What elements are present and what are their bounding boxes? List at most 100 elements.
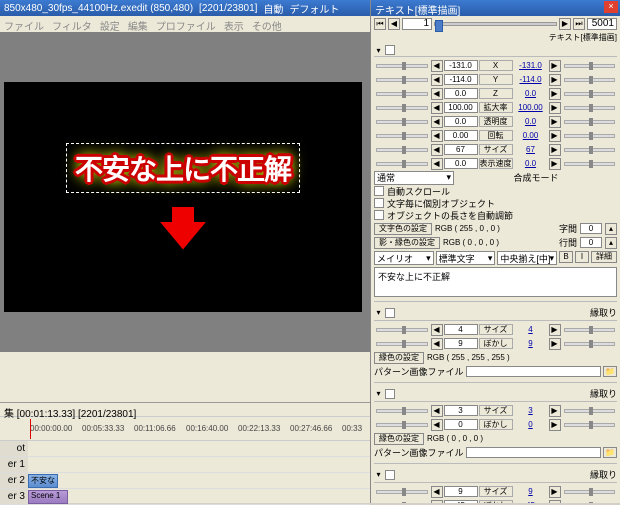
- disclosure-icon[interactable]: ▾: [374, 389, 383, 398]
- border-blur-left[interactable]: 9: [444, 338, 478, 349]
- param-inc-button[interactable]: ▶: [549, 74, 561, 86]
- browse-button[interactable]: 📁: [603, 447, 617, 458]
- param-slider-left[interactable]: [376, 423, 428, 427]
- param-slider-left[interactable]: [376, 64, 428, 68]
- section-enable-checkbox[interactable]: [385, 45, 395, 55]
- individual-object-checkbox[interactable]: [374, 198, 384, 208]
- menu-settings[interactable]: 設定: [100, 18, 120, 30]
- param-dec-button[interactable]: ◀: [431, 116, 443, 128]
- menu-profile[interactable]: プロファイル: [156, 18, 216, 30]
- param-dec-button[interactable]: ◀: [431, 338, 443, 350]
- param-label[interactable]: 拡大率: [479, 102, 513, 113]
- param-dec-button[interactable]: ◀: [431, 74, 443, 86]
- param-slider-right[interactable]: [564, 409, 616, 413]
- menu-file[interactable]: ファイル: [4, 18, 44, 30]
- border-color-button[interactable]: 縁色の設定: [374, 433, 424, 445]
- font-style-combo[interactable]: 標準文字: [436, 251, 496, 265]
- param-slider-right[interactable]: [564, 162, 616, 166]
- param-dec-button[interactable]: ◀: [431, 144, 443, 156]
- border-size-left[interactable]: 9: [444, 486, 478, 497]
- border-size-right[interactable]: 3: [514, 406, 548, 415]
- param-inc-button[interactable]: ▶: [549, 405, 561, 417]
- param-label[interactable]: Y: [479, 74, 513, 85]
- param-value-right[interactable]: 0.0: [514, 117, 548, 126]
- text-content-input[interactable]: 不安な上に不正解: [374, 267, 617, 297]
- pattern-file-input[interactable]: [466, 447, 601, 458]
- param-dec-button[interactable]: ◀: [431, 500, 443, 504]
- param-slider-left[interactable]: [376, 78, 428, 82]
- param-slider-right[interactable]: [564, 134, 616, 138]
- param-value-left[interactable]: 100.00: [444, 102, 478, 113]
- param-inc-button[interactable]: ▶: [549, 500, 561, 504]
- param-inc-button[interactable]: ▶: [549, 324, 561, 336]
- border-size-label[interactable]: サイズ: [479, 324, 513, 335]
- preview-canvas[interactable]: 不安な上に不正解: [4, 82, 362, 312]
- param-inc-button[interactable]: ▶: [549, 158, 561, 170]
- param-value-left[interactable]: 67: [444, 144, 478, 155]
- menu-edit[interactable]: 編集: [128, 18, 148, 30]
- frame-prev-fast-button[interactable]: ⏮: [374, 18, 386, 30]
- param-dec-button[interactable]: ◀: [431, 60, 443, 72]
- border-size-left[interactable]: 3: [444, 405, 478, 416]
- param-label[interactable]: 回転: [479, 130, 513, 141]
- browse-button[interactable]: 📁: [603, 366, 617, 377]
- param-inc-button[interactable]: ▶: [549, 144, 561, 156]
- border-color-button[interactable]: 縁色の設定: [374, 352, 424, 364]
- detail-button[interactable]: 詳細: [591, 251, 617, 263]
- bold-toggle[interactable]: B: [559, 251, 573, 263]
- pattern-file-input[interactable]: [466, 366, 601, 377]
- param-inc-button[interactable]: ▶: [549, 486, 561, 498]
- border-enable-checkbox[interactable]: [385, 470, 395, 480]
- param-value-right[interactable]: -131.0: [514, 61, 548, 70]
- param-slider-right[interactable]: [564, 342, 616, 346]
- props-titlebar[interactable]: テキスト[標準描画] ×: [371, 0, 620, 16]
- param-value-right[interactable]: 0.00: [514, 131, 548, 140]
- param-slider-right[interactable]: [564, 120, 616, 124]
- text-object-bbox[interactable]: 不安な上に不正解: [66, 143, 300, 193]
- param-value-right[interactable]: 0.0: [514, 159, 548, 168]
- param-inc-button[interactable]: ▶: [549, 88, 561, 100]
- param-dec-button[interactable]: ◀: [431, 158, 443, 170]
- param-label[interactable]: サイズ: [479, 144, 513, 155]
- param-value-right[interactable]: 0.0: [514, 89, 548, 98]
- param-inc-button[interactable]: ▶: [549, 116, 561, 128]
- border-size-label[interactable]: サイズ: [479, 486, 513, 497]
- param-value-right[interactable]: -114.0: [514, 75, 548, 84]
- param-slider-right[interactable]: [564, 64, 616, 68]
- param-slider-right[interactable]: [564, 423, 616, 427]
- timeline-row[interactable]: ot: [0, 441, 370, 457]
- border-blur-right[interactable]: 0: [514, 420, 548, 429]
- param-slider-right[interactable]: [564, 490, 616, 494]
- param-slider-left[interactable]: [376, 162, 428, 166]
- param-dec-button[interactable]: ◀: [431, 324, 443, 336]
- param-value-right[interactable]: 67: [514, 145, 548, 154]
- param-value-left[interactable]: 0.00: [444, 130, 478, 141]
- line-spacing-input[interactable]: 0: [580, 237, 602, 248]
- frame-slider[interactable]: [434, 22, 557, 26]
- param-value-left[interactable]: 0.0: [444, 158, 478, 169]
- param-dec-button[interactable]: ◀: [431, 130, 443, 142]
- font-family-combo[interactable]: メイリオ: [374, 251, 434, 265]
- param-slider-left[interactable]: [376, 328, 428, 332]
- param-slider-left[interactable]: [376, 106, 428, 110]
- border-enable-checkbox[interactable]: [385, 389, 395, 399]
- spacing-stepper[interactable]: ▴: [605, 223, 617, 235]
- param-inc-button[interactable]: ▶: [549, 102, 561, 114]
- shadow-color-button[interactable]: 影・縁色の設定: [374, 237, 440, 249]
- frame-next-button[interactable]: ▶: [559, 18, 571, 30]
- disclosure-icon[interactable]: ▾: [374, 46, 383, 55]
- param-slider-left[interactable]: [376, 342, 428, 346]
- param-label[interactable]: 表示速度: [479, 158, 513, 169]
- border-enable-checkbox[interactable]: [385, 308, 395, 318]
- param-slider-left[interactable]: [376, 409, 428, 413]
- border-blur-right[interactable]: 9: [514, 339, 548, 348]
- auto-scroll-checkbox[interactable]: [374, 186, 384, 196]
- param-slider-right[interactable]: [564, 92, 616, 96]
- param-inc-button[interactable]: ▶: [549, 419, 561, 431]
- frame-current-input[interactable]: 1: [402, 18, 432, 30]
- border-blur-label[interactable]: ぼかし: [479, 419, 513, 430]
- param-label[interactable]: 透明度: [479, 116, 513, 127]
- param-value-right[interactable]: 100.00: [514, 103, 548, 112]
- text-color-button[interactable]: 文字色の設定: [374, 223, 432, 235]
- disclosure-icon[interactable]: ▾: [374, 470, 383, 479]
